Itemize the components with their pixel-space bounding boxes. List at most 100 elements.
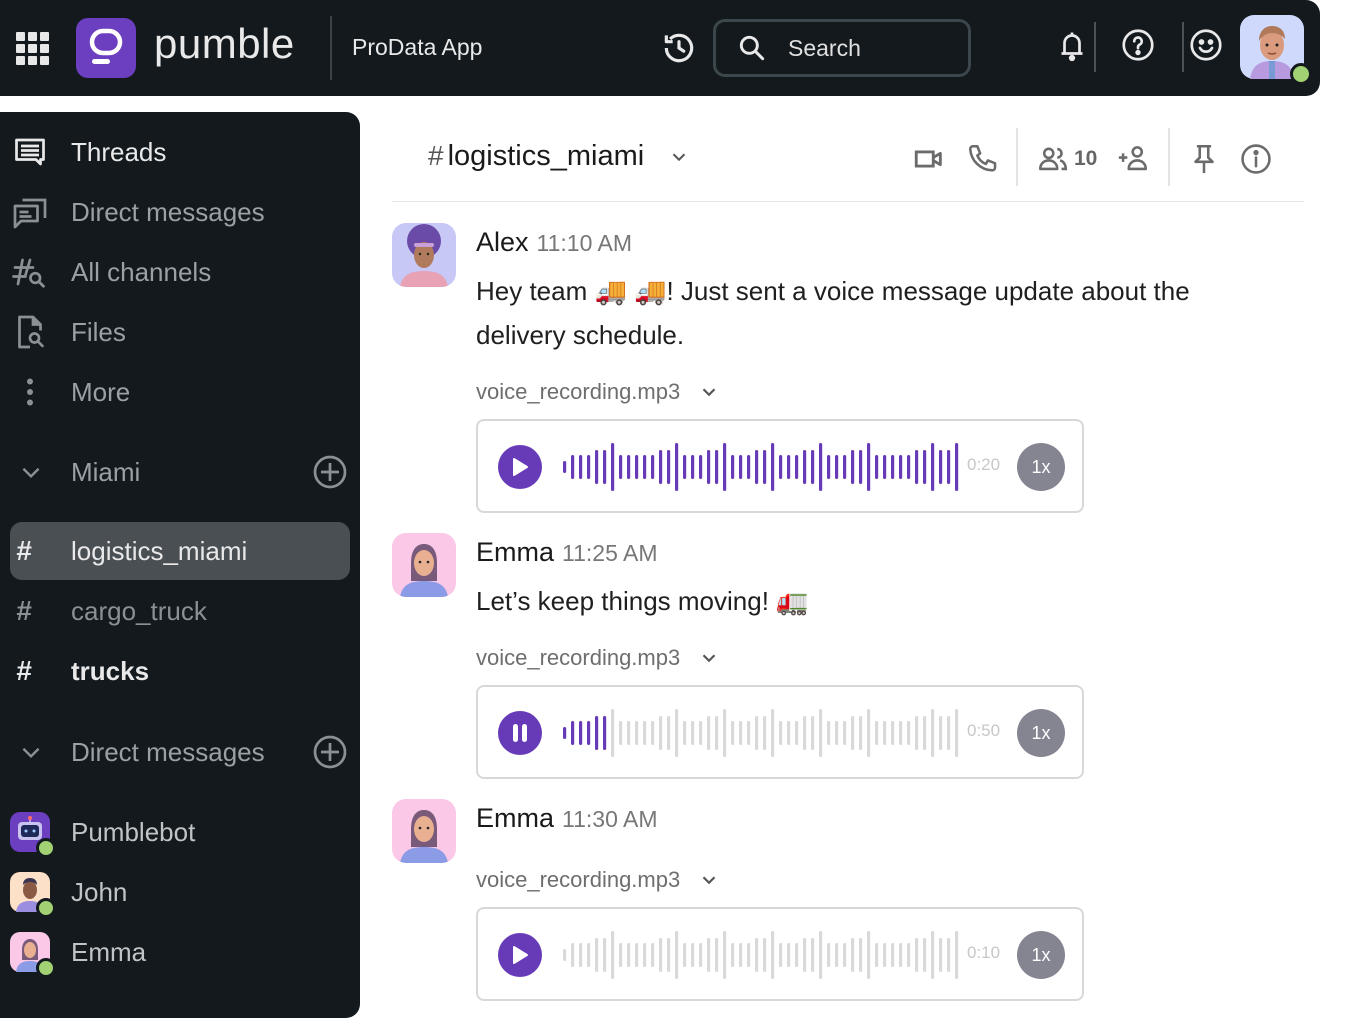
waveform-bar <box>619 455 623 479</box>
phone-call-icon[interactable] <box>966 142 1000 176</box>
waveform-bar <box>915 450 919 484</box>
pin-icon[interactable] <box>1187 142 1221 176</box>
waveform-bar <box>763 716 767 750</box>
channel-item-logistics-miami[interactable]: # logistics_miami <box>10 522 350 580</box>
attachment-name[interactable]: voice_recording.mp3 <box>476 867 720 893</box>
message-item: Alex 11:10 AM Hey team 🚚 🚚! Just sent a … <box>392 223 1304 513</box>
message-author[interactable]: Emma <box>476 803 554 834</box>
waveform-bar <box>803 450 807 484</box>
add-channel-icon[interactable] <box>312 454 348 490</box>
playback-speed-button[interactable]: 1x <box>1017 931 1065 979</box>
emoji-status-icon[interactable] <box>1188 27 1224 63</box>
waveform-bar <box>587 943 591 967</box>
waveform-bar <box>755 938 759 972</box>
info-icon[interactable] <box>1239 142 1273 176</box>
user-avatar[interactable] <box>1240 15 1312 85</box>
waveform-bar <box>731 455 735 479</box>
waveform-bar <box>643 721 647 745</box>
dm-item-emma[interactable]: Emma <box>10 924 350 980</box>
message-author[interactable]: Alex <box>476 227 529 258</box>
pause-button[interactable] <box>498 711 542 755</box>
section-title[interactable]: Miami <box>71 457 140 488</box>
waveform-bar <box>643 943 647 967</box>
play-button[interactable] <box>498 933 542 977</box>
waveform-bar <box>587 721 591 745</box>
waveform-bar <box>635 455 639 479</box>
waveform-bar <box>619 721 623 745</box>
sidebar-item-all-channels[interactable]: All channels <box>0 244 350 300</box>
dm-item-pumblebot[interactable]: Pumblebot <box>10 804 350 860</box>
chevron-down-icon[interactable] <box>18 459 44 485</box>
waveform-bar <box>611 709 615 757</box>
waveform-bar <box>851 938 855 972</box>
dm-item-john[interactable]: John <box>10 864 350 920</box>
history-icon[interactable] <box>660 29 698 67</box>
waveform-bar <box>843 721 847 745</box>
waveform-bar <box>571 943 575 967</box>
chevron-down-icon[interactable] <box>18 739 44 765</box>
waveform-seekbar[interactable] <box>562 707 962 759</box>
add-member-icon[interactable] <box>1116 142 1150 176</box>
avatar[interactable] <box>392 533 456 597</box>
waveform-bar <box>635 943 639 967</box>
waveform-bar <box>859 450 863 484</box>
channel-title[interactable]: # logistics_miami <box>428 140 690 173</box>
playback-speed-button[interactable]: 1x <box>1017 709 1065 757</box>
waveform-bar <box>867 709 871 757</box>
help-icon[interactable] <box>1120 27 1156 63</box>
waveform-bar <box>787 721 791 745</box>
channel-item-trucks[interactable]: # trucks <box>10 642 350 700</box>
sidebar-item-threads[interactable]: Threads <box>0 124 350 180</box>
waveform-bar <box>947 716 951 750</box>
pause-icon <box>513 724 527 742</box>
members-button[interactable]: 10 <box>1036 142 1097 176</box>
avatar[interactable] <box>392 799 456 863</box>
sidebar-item-direct-messages[interactable]: Direct messages <box>0 184 350 240</box>
waveform-bar <box>571 721 575 745</box>
pumble-logo-icon <box>76 18 136 78</box>
waveform-bar <box>747 721 751 745</box>
section-title[interactable]: Direct messages <box>71 737 265 768</box>
sidebar-item-files[interactable]: Files <box>0 304 350 360</box>
waveform-bar <box>579 943 583 967</box>
bell-icon[interactable] <box>1054 27 1090 65</box>
waveform-bar <box>955 443 959 491</box>
waveform-bar <box>835 721 839 745</box>
playback-speed-button[interactable]: 1x <box>1017 443 1065 491</box>
waveform-bar <box>683 721 687 745</box>
waveform-bar <box>795 721 799 745</box>
waveform-bar <box>923 716 927 750</box>
channel-name: logistics_miami <box>447 140 645 172</box>
waveform-bar <box>795 455 799 479</box>
channel-header: # logistics_miami 10 <box>392 128 1304 202</box>
message-author[interactable]: Emma <box>476 537 554 568</box>
avatar <box>10 872 56 918</box>
waveform-bar <box>939 450 943 484</box>
message-text: Let’s keep things moving! 🚛 <box>476 586 809 616</box>
workspace-name[interactable]: ProData App <box>352 34 482 61</box>
waveform-seekbar[interactable] <box>562 929 962 981</box>
video-call-icon[interactable] <box>912 142 946 176</box>
online-status-indicator <box>36 898 56 918</box>
avatar <box>10 932 56 978</box>
apps-grid-icon[interactable] <box>16 32 49 65</box>
play-button[interactable] <box>498 445 542 489</box>
waveform-bar <box>579 721 583 745</box>
attachment-name[interactable]: voice_recording.mp3 <box>476 645 720 671</box>
waveform-bar <box>723 931 727 979</box>
waveform-bar <box>875 943 879 967</box>
waveform-bar <box>843 943 847 967</box>
waveform-bar <box>803 938 807 972</box>
channel-search-icon <box>12 254 48 290</box>
add-dm-icon[interactable] <box>312 734 348 770</box>
avatar[interactable] <box>392 223 456 287</box>
sidebar-item-more[interactable]: More <box>0 364 350 420</box>
waveform-bar <box>699 721 703 745</box>
threads-icon <box>12 134 48 170</box>
channel-item-cargo-truck[interactable]: # cargo_truck <box>10 582 350 640</box>
attachment-name[interactable]: voice_recording.mp3 <box>476 379 720 405</box>
waveform-seekbar[interactable] <box>562 441 962 493</box>
search-input[interactable]: Search <box>713 19 971 77</box>
waveform-bar <box>819 709 823 757</box>
waveform-bar <box>675 443 679 491</box>
